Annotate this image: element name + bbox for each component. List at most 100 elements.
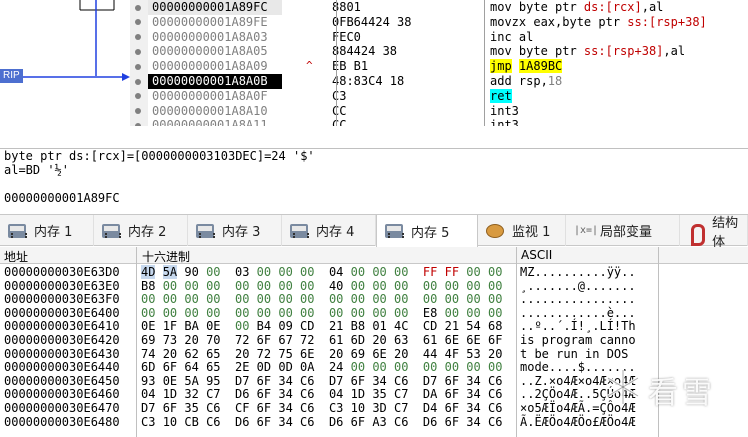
hex-byte[interactable]: FF — [423, 265, 437, 279]
dump-row[interactable]: 00000000030E6460 04 1D 32 C7 D6 6F 34 C6 … — [0, 388, 748, 402]
hex-byte[interactable]: 20 — [184, 333, 198, 347]
hex-byte[interactable]: 65 — [206, 347, 220, 361]
dump-address[interactable]: 00000000030E63D0 — [4, 265, 120, 280]
hex-byte[interactable]: 00 — [372, 279, 386, 293]
hex-byte[interactable]: 54 — [466, 319, 480, 334]
hex-byte[interactable]: 21 — [329, 319, 343, 334]
hex-byte[interactable]: 00 — [466, 360, 480, 374]
dump-row[interactable]: 00000000030E6410 0E 1F BA 0E 00 B4 09 CD … — [0, 320, 748, 334]
hex-byte[interactable]: 00 — [235, 319, 249, 334]
disasm-row[interactable]: 00000000001A89FC 8801 mov byte ptr ds:[rcx… — [148, 0, 748, 15]
hex-byte[interactable]: 00 — [351, 292, 365, 306]
disasm-row[interactable]: 00000000001A8A0B 48:83C4 18 add rsp,18 — [148, 74, 748, 89]
hex-byte[interactable]: 35 — [184, 401, 198, 415]
hex-byte[interactable]: 00 — [445, 306, 459, 320]
hex-byte[interactable]: 32 — [184, 387, 198, 402]
dump-hex[interactable]: 00 00 00 00 00 00 00 00 00 00 00 00 E8 0… — [141, 306, 502, 321]
hex-byte[interactable]: 34 — [278, 387, 292, 402]
dump-hex[interactable]: D7 6F 35 C6 CF 6F 34 C6 C3 10 3D C7 D4 6… — [141, 401, 502, 416]
hex-byte[interactable]: 00 — [351, 265, 365, 279]
hex-byte[interactable]: 6F — [445, 401, 459, 415]
hex-byte[interactable]: 70 — [206, 333, 220, 347]
hex-byte[interactable]: 61 — [423, 333, 437, 347]
hex-byte[interactable]: C7 — [206, 387, 220, 402]
tab-struct[interactable]: 结构体 — [680, 215, 748, 250]
hex-byte[interactable]: 2E — [235, 360, 249, 374]
hex-byte[interactable]: 00 — [466, 306, 480, 320]
hex-byte[interactable]: 6F — [351, 415, 365, 429]
hex-byte[interactable]: E8 — [423, 306, 437, 320]
hex-byte[interactable]: 00 — [394, 306, 408, 320]
hex-byte[interactable]: D6 — [235, 387, 249, 402]
hex-byte[interactable]: 00 — [278, 292, 292, 306]
hex-byte[interactable]: 00 — [351, 306, 365, 320]
hex-byte[interactable]: 00 — [423, 360, 437, 374]
hex-byte[interactable]: 34 — [278, 401, 292, 415]
tab-memory-1[interactable]: 内存 1 — [0, 215, 94, 246]
hex-byte[interactable]: 10 — [351, 401, 365, 415]
disasm-row[interactable]: 00000000001A8A11 CC int3 — [148, 118, 748, 126]
hex-byte[interactable]: 53 — [466, 347, 480, 361]
hex-byte[interactable]: 61 — [329, 333, 343, 347]
dump-hex[interactable]: B8 00 00 00 00 00 00 00 40 00 00 00 00 0… — [141, 279, 502, 294]
hex-byte[interactable]: C6 — [300, 387, 314, 402]
dump-hex[interactable]: 4D 5A 90 00 03 00 00 00 04 00 00 00 FF F… — [141, 265, 502, 280]
hex-byte[interactable]: 34 — [278, 374, 292, 388]
hex-byte[interactable]: B8 — [351, 319, 365, 334]
hex-byte[interactable]: 4C — [394, 319, 408, 334]
hex-byte[interactable]: D6 — [423, 415, 437, 429]
hex-byte[interactable]: 40 — [329, 279, 343, 293]
hex-byte[interactable]: 21 — [445, 319, 459, 334]
dump-hex[interactable]: 74 20 62 65 20 72 75 6E 20 69 6E 20 44 4… — [141, 347, 502, 362]
hex-byte[interactable]: 6E — [445, 333, 459, 347]
hex-byte[interactable]: 00 — [206, 306, 220, 320]
hex-byte[interactable]: 00 — [257, 265, 271, 279]
hex-byte[interactable]: 5A — [184, 374, 198, 388]
hex-byte[interactable]: CB — [184, 415, 198, 429]
hex-byte[interactable]: 0D — [257, 360, 271, 374]
hex-byte[interactable]: 00 — [329, 306, 343, 320]
hex-byte[interactable]: 95 — [206, 374, 220, 388]
hex-byte[interactable]: 00 — [235, 306, 249, 320]
breakpoint-column[interactable] — [130, 0, 148, 126]
tab-memory-4[interactable]: 内存 4 — [282, 215, 376, 246]
hex-byte[interactable]: 00 — [372, 265, 386, 279]
tab-memory-2[interactable]: 内存 2 — [94, 215, 188, 246]
hex-byte[interactable]: 09 — [278, 319, 292, 334]
hex-byte[interactable]: 00 — [394, 360, 408, 374]
hex-byte[interactable]: 0E — [141, 319, 155, 334]
hex-byte[interactable]: 34 — [466, 401, 480, 415]
hex-byte[interactable]: 34 — [466, 387, 480, 402]
hex-byte[interactable]: 00 — [300, 306, 314, 320]
disasm-row[interactable]: 00000000001A8A05 884424 38 mov byte ptr ss… — [148, 44, 748, 59]
hex-byte[interactable]: 6D — [141, 360, 155, 374]
hex-byte[interactable]: 00 — [372, 306, 386, 320]
hex-byte[interactable]: 00 — [278, 265, 292, 279]
disassembly-pane[interactable]: RIP 00000000001A89FC 8801 mov byte ptr ds:… — [0, 0, 748, 126]
disasm-address[interactable]: 00000000001A8A03 — [148, 30, 282, 45]
hex-byte[interactable]: 00 — [206, 279, 220, 293]
hex-byte[interactable]: D7 — [329, 374, 343, 388]
hex-byte[interactable]: 00 — [141, 292, 155, 306]
breakpoint-dot-icon[interactable] — [135, 63, 141, 70]
hex-byte[interactable]: 6F — [445, 415, 459, 429]
hex-byte[interactable]: 20 — [394, 347, 408, 361]
dump-address[interactable]: 00000000030E6450 — [4, 374, 120, 389]
hex-byte[interactable]: 73 — [163, 333, 177, 347]
hex-byte[interactable]: 34 — [466, 415, 480, 429]
dump-hex[interactable]: 69 73 20 70 72 6F 67 72 61 6D 20 63 61 6… — [141, 333, 502, 348]
hex-byte[interactable]: 00 — [372, 292, 386, 306]
hex-byte[interactable]: 00 — [445, 292, 459, 306]
hex-byte[interactable]: 74 — [141, 347, 155, 361]
hex-byte[interactable]: 69 — [141, 333, 155, 347]
hex-byte[interactable]: 6F — [257, 333, 271, 347]
hex-byte[interactable]: B8 — [141, 279, 155, 293]
dump-address[interactable]: 00000000030E63F0 — [4, 293, 120, 307]
hex-byte[interactable]: 20 — [372, 333, 386, 347]
hex-byte[interactable]: C7 — [394, 401, 408, 415]
hex-byte[interactable]: 34 — [278, 415, 292, 429]
hex-byte[interactable]: 00 — [300, 265, 314, 279]
hex-byte[interactable]: 00 — [488, 265, 502, 279]
dump-hex[interactable]: 93 0E 5A 95 D7 6F 34 C6 D7 6F 34 C6 D7 6… — [141, 374, 502, 389]
hex-byte[interactable]: 00 — [141, 306, 155, 320]
